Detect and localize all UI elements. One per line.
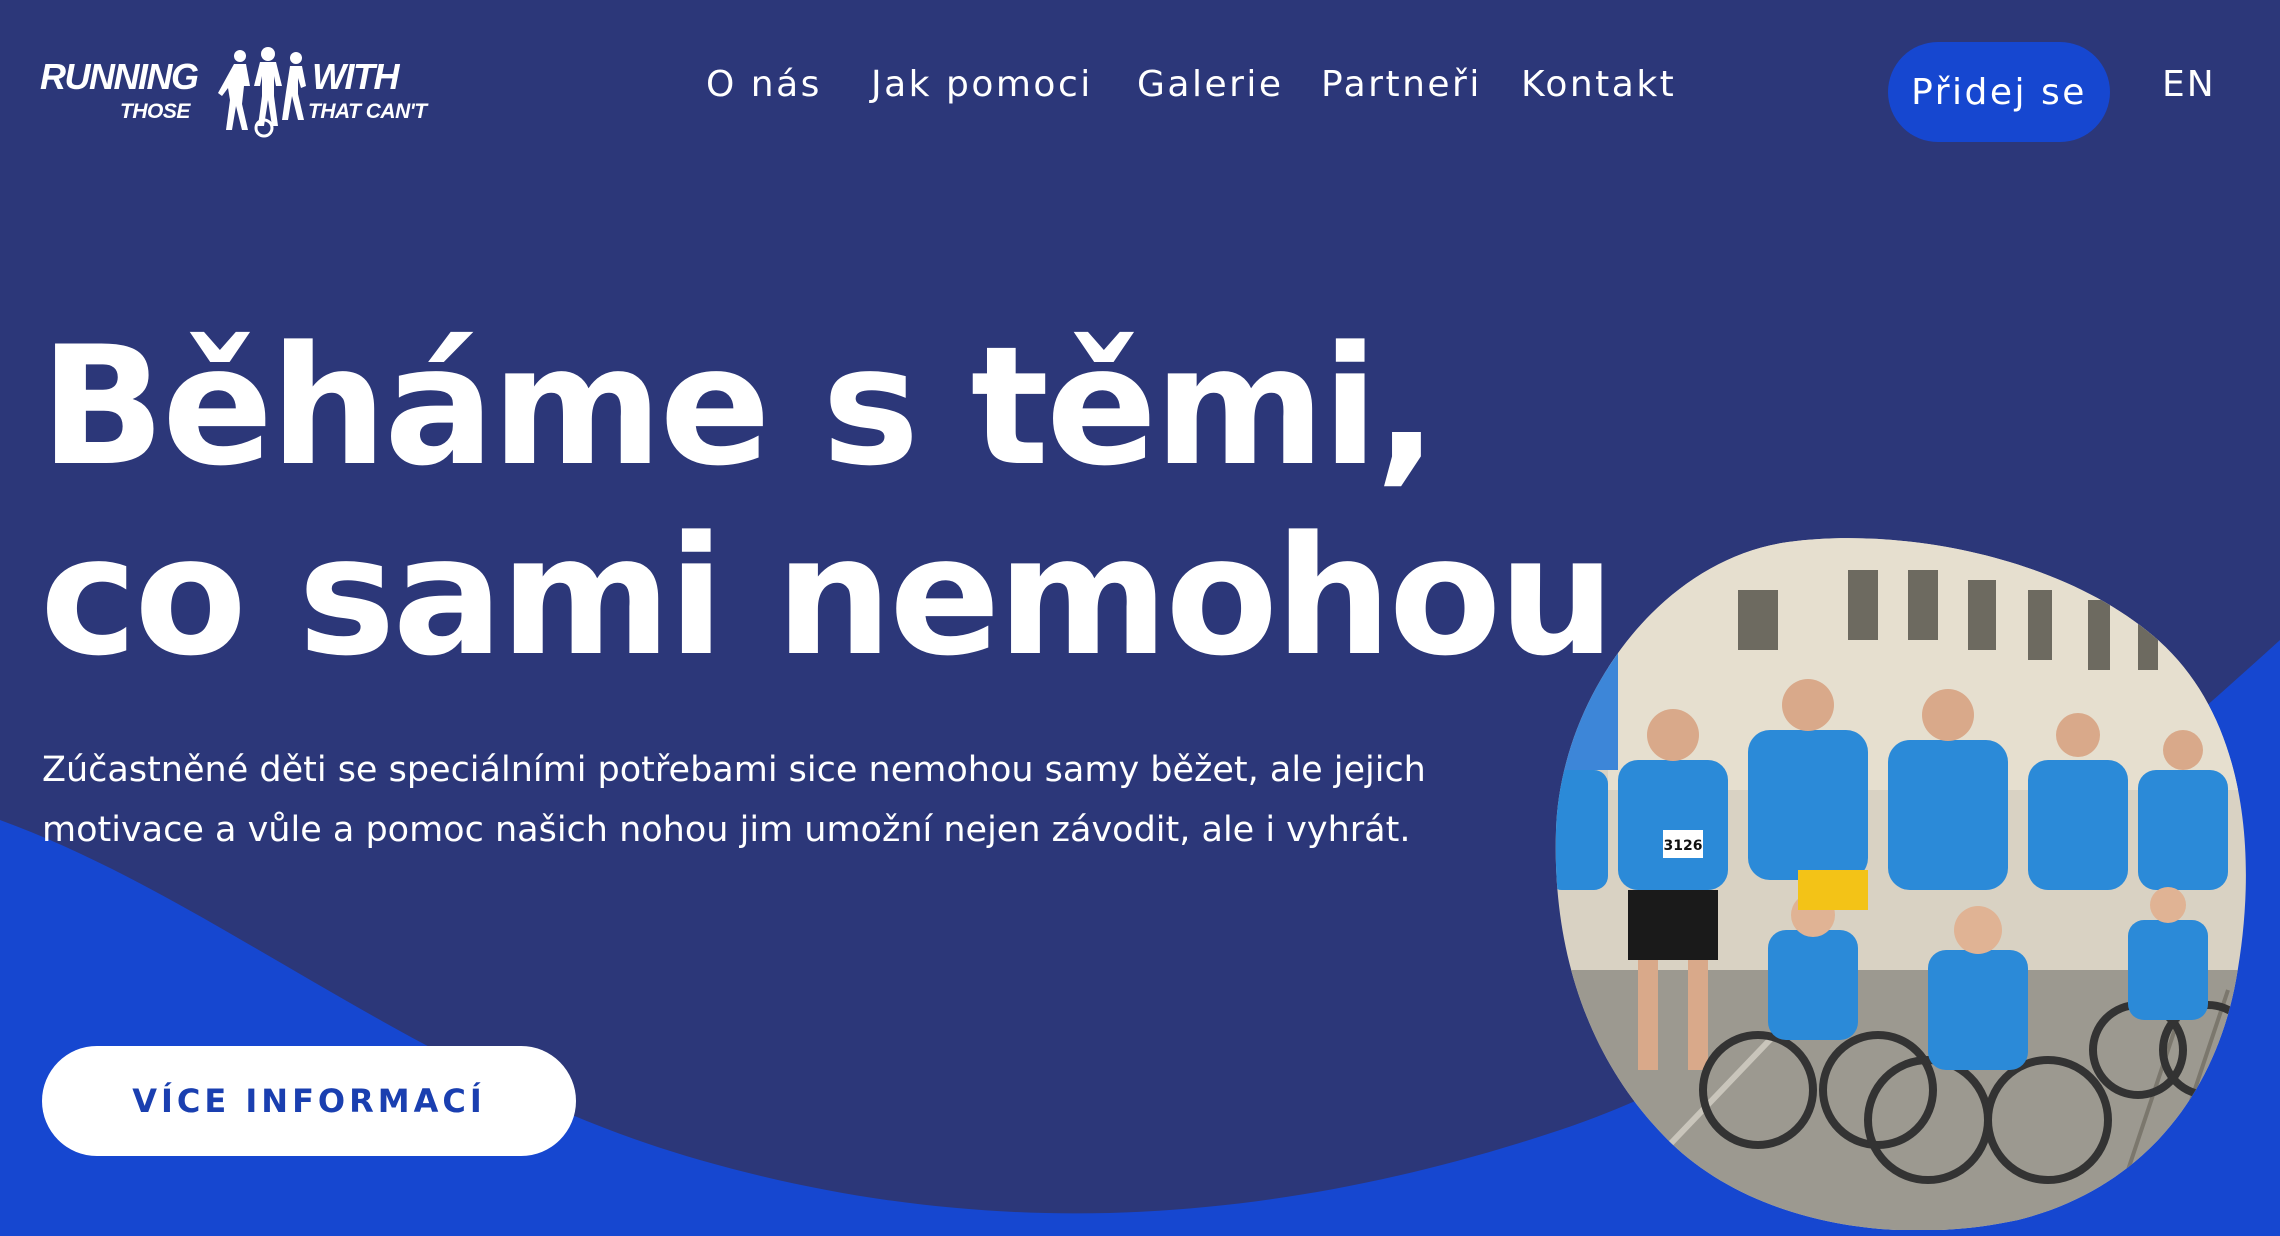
nav-item-galerie[interactable]: Galerie xyxy=(1137,64,1284,105)
logo-text-running: RUNNING xyxy=(40,56,199,97)
hero-title: Běháme s těmi, co sami nemohou xyxy=(40,311,1615,692)
hero-title-line-1: Běháme s těmi, xyxy=(40,311,1438,502)
bib-number: 3126 xyxy=(1664,838,1703,854)
nav-item-kontakt[interactable]: Kontakt xyxy=(1521,64,1676,105)
hero-photo: 3126 xyxy=(1555,538,2246,1230)
hero-description: Zúčastněné děti se speciálními potřebami… xyxy=(42,750,1426,850)
site-header: RUNNING WITH THOSE THAT CAN'T O nás Jak … xyxy=(0,0,2280,180)
logo-text-those: THOSE xyxy=(120,100,190,123)
language-switch[interactable]: EN xyxy=(2162,64,2216,105)
nav-item-o-nas[interactable]: O nás xyxy=(706,64,822,105)
site-logo[interactable]: RUNNING WITH THOSE THAT CAN'T xyxy=(40,44,450,144)
more-info-button[interactable]: VÍCE INFORMACÍ xyxy=(42,1046,576,1156)
join-button[interactable]: Přidej se xyxy=(1888,42,2110,142)
runners-logo-icon xyxy=(218,47,306,138)
hero-title-line-2: co sami nemohou xyxy=(40,501,1615,692)
logo-text-with: WITH xyxy=(312,56,399,97)
nav-item-partneri[interactable]: Partneři xyxy=(1321,64,1482,105)
nav-item-jak-pomoci[interactable]: Jak pomoci xyxy=(871,64,1093,105)
logo-text-that-cant: THAT CAN'T xyxy=(308,100,427,123)
